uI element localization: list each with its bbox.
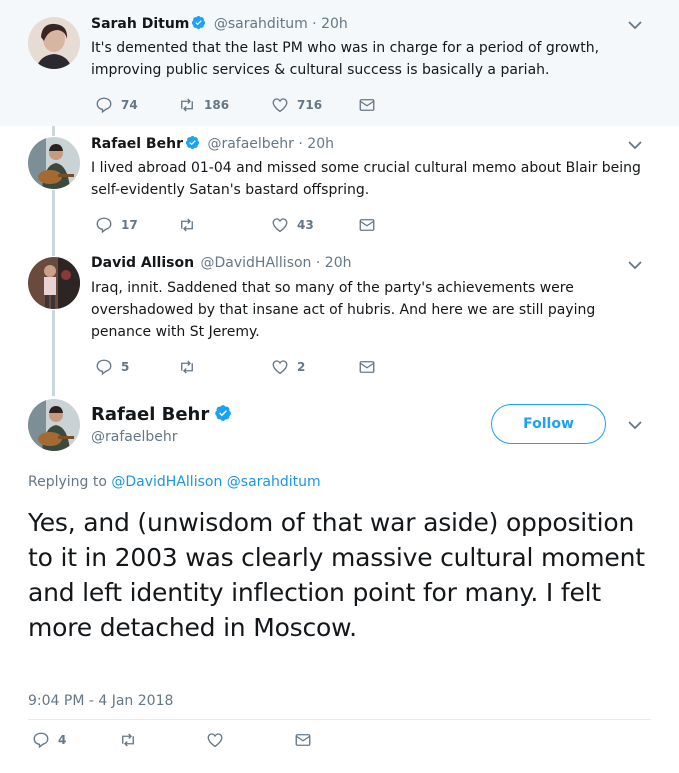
reply-button[interactable]: 5 (95, 357, 129, 377)
like-heart-icon (272, 218, 288, 233)
reply-icon (96, 359, 112, 376)
tweet-text: I lived abroad 01-04 and missed some cru… (91, 160, 641, 198)
reply-icon (33, 732, 49, 749)
like-button[interactable]: 716 (271, 95, 322, 115)
retweet-icon (122, 733, 134, 747)
separator-dot: · (312, 16, 317, 32)
tweet-1-header: Sarah Ditum @sarahditum · 20h (91, 15, 348, 32)
main-author-handle[interactable]: @rafaelbehr (91, 429, 177, 445)
tweet-time[interactable]: 20h (325, 255, 352, 271)
retweet-button[interactable] (178, 357, 204, 377)
retweet-icon (181, 360, 193, 374)
reply-count: 17 (121, 218, 138, 232)
main-author-name-text[interactable]: Rafael Behr (91, 404, 209, 425)
chevron-down-icon[interactable] (627, 417, 643, 433)
retweet-count: 186 (204, 98, 230, 112)
author-handle[interactable]: @sarahditum (214, 16, 308, 32)
avatar-rafael-behr-main[interactable] (28, 399, 80, 451)
tweet-time[interactable]: 20h (307, 136, 334, 152)
direct-message-button[interactable] (358, 215, 384, 235)
tweet-1[interactable]: Sarah Ditum @sarahditum · 20h It's demen… (0, 0, 679, 126)
tweet-time[interactable]: 20h (321, 16, 348, 32)
retweet-icon (181, 98, 193, 112)
verified-badge-icon (185, 135, 200, 150)
reply-icon (96, 97, 112, 114)
author-handle[interactable]: @DavidHAllison (201, 255, 312, 271)
main-tweet-text: Yes, and (unwisdom of that war aside) op… (28, 508, 645, 642)
author-handle[interactable]: @rafaelbehr (207, 136, 293, 152)
author-name[interactable]: Sarah Ditum (91, 16, 189, 32)
tweet-3-header: David Allison @DavidHAllison · 20h (91, 255, 351, 271)
author-name[interactable]: David Allison (91, 255, 194, 271)
reply-count: 74 (121, 98, 138, 112)
avatar-sarah-ditum[interactable] (28, 17, 80, 69)
avatar-rafael-behr[interactable] (28, 137, 80, 189)
main-actions: 4 (28, 730, 328, 750)
reply-button[interactable]: 17 (95, 215, 138, 235)
mention-link-1[interactable]: @DavidHAllison (111, 474, 222, 490)
avatar-david-allison[interactable] (28, 257, 80, 309)
tweet-2-actions: 17 43 (91, 215, 391, 235)
chevron-down-icon[interactable] (627, 257, 643, 273)
direct-message-icon (295, 734, 311, 746)
like-count: 716 (297, 98, 323, 112)
like-button[interactable]: 43 (271, 215, 314, 235)
follow-button[interactable]: Follow (491, 404, 606, 444)
separator-dot: · (298, 136, 303, 152)
reply-count: 4 (58, 733, 67, 747)
verified-badge-icon (214, 404, 232, 422)
divider (28, 719, 651, 720)
like-count: 43 (297, 218, 314, 232)
like-heart-icon (272, 98, 288, 113)
retweet-button[interactable] (178, 215, 204, 235)
verified-badge-icon (191, 15, 206, 30)
separator-dot: · (315, 255, 321, 271)
direct-message-button[interactable] (358, 95, 384, 115)
tweet-timestamp[interactable]: 9:04 PM - 4 Jan 2018 (28, 693, 173, 709)
mention-link-2[interactable]: @sarahditum (227, 474, 321, 490)
like-button[interactable]: 2 (271, 357, 305, 377)
tweet-text: Iraq, innit. Saddened that so many of th… (91, 280, 596, 340)
like-heart-icon (272, 360, 288, 375)
like-count: 2 (297, 360, 306, 374)
reply-icon (96, 217, 112, 234)
main-author-name[interactable]: Rafael Behr (91, 404, 235, 425)
reply-button[interactable]: 74 (95, 95, 138, 115)
tweet-3[interactable]: David Allison @DavidHAllison · 20h Iraq,… (0, 246, 679, 388)
direct-message-icon (359, 219, 375, 231)
reply-button[interactable]: 4 (32, 730, 66, 750)
retweet-icon (181, 218, 193, 232)
like-heart-icon (207, 733, 223, 748)
replying-prefix: Replying to (28, 474, 107, 490)
direct-message-button[interactable] (294, 730, 320, 750)
replying-to: Replying to @DavidHAllison @sarahditum (28, 474, 321, 490)
tweet-text: It's demented that the last PM who was i… (91, 40, 600, 78)
tweet-2-header: Rafael Behr @rafaelbehr · 20h (91, 135, 334, 152)
author-name[interactable]: Rafael Behr (91, 136, 183, 152)
tweet-3-actions: 5 2 (91, 357, 391, 377)
direct-message-button[interactable] (358, 357, 384, 377)
direct-message-icon (359, 99, 375, 111)
like-button[interactable] (206, 730, 232, 750)
chevron-down-icon[interactable] (627, 17, 643, 33)
reply-count: 5 (121, 360, 130, 374)
tweet-2[interactable]: Rafael Behr @rafaelbehr · 20h I lived ab… (0, 126, 679, 246)
tweet-1-actions: 74 186 716 (91, 95, 391, 115)
chevron-down-icon[interactable] (627, 137, 643, 153)
retweet-button[interactable]: 186 (178, 95, 229, 115)
retweet-button[interactable] (119, 730, 145, 750)
direct-message-icon (359, 361, 375, 373)
